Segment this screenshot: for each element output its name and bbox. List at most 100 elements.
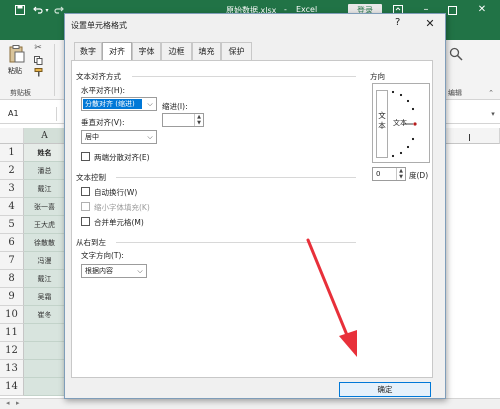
merge-cells-checkbox[interactable]	[81, 217, 90, 226]
copy-icon[interactable]	[33, 55, 43, 65]
horizontal-align-label: 水平对齐(H):	[81, 86, 126, 95]
tab-fill[interactable]: 填充	[192, 42, 221, 60]
chevron-down-icon: ⌵	[147, 100, 153, 108]
tab-protection[interactable]: 保护	[221, 42, 252, 60]
table-cell[interactable]: 崔冬	[24, 306, 66, 324]
save-icon[interactable]	[14, 4, 26, 16]
vertical-text-option[interactable]: 文本	[376, 90, 388, 158]
name-box[interactable]: A1	[8, 109, 19, 118]
table-cell[interactable]: 徐散散	[24, 234, 66, 252]
table-cell[interactable]: 吴霜	[24, 288, 66, 306]
vertical-align-select[interactable]: 居中 ⌵	[81, 130, 157, 144]
formula-expand-icon[interactable]: ▾	[488, 109, 498, 119]
vertical-align-label: 垂直对齐(V):	[81, 118, 125, 127]
paste-label[interactable]: 粘贴	[8, 66, 22, 76]
chevron-down-icon[interactable]: ▾	[44, 6, 50, 14]
alignment-panel: 文本对齐方式 水平对齐(H): 分散对齐 (缩进) ⌵ 缩进(I): ▲ ▼ 垂直…	[71, 60, 433, 378]
indent-stepper[interactable]: ▲ ▼	[162, 113, 204, 127]
table-cell[interactable]: 姓名	[24, 144, 66, 162]
edit-group-label: 编辑	[448, 89, 462, 97]
row-header[interactable]: 4	[0, 198, 24, 216]
shrink-to-fit-label: 缩小字体填充(K)	[94, 203, 150, 212]
tab-alignment[interactable]: 对齐	[102, 42, 132, 61]
wrap-text-checkbox[interactable]	[81, 187, 90, 196]
dialog-title: 设置单元格格式	[71, 21, 127, 30]
find-icon[interactable]	[448, 46, 464, 62]
row-header[interactable]: 5	[0, 216, 24, 234]
tab-border[interactable]: 边框	[161, 42, 192, 60]
row-header[interactable]: 9	[0, 288, 24, 306]
row-header[interactable]: 6	[0, 234, 24, 252]
text-alignment-section-title: 文本对齐方式	[76, 72, 121, 81]
shrink-to-fit-checkbox	[81, 202, 90, 211]
orientation-section-title: 方向	[370, 72, 385, 81]
ok-button[interactable]: 确定	[339, 382, 431, 397]
table-cell[interactable]: 张一喜	[24, 198, 66, 216]
name-box-border	[56, 107, 57, 121]
format-painter-icon[interactable]	[33, 67, 43, 77]
help-icon[interactable]: ?	[395, 17, 400, 28]
stepper-arrows-icon[interactable]: ▲ ▼	[396, 168, 405, 180]
undo-icon[interactable]	[32, 4, 44, 16]
collapse-ribbon-icon[interactable]: ⌃	[486, 88, 496, 98]
chevron-down-icon: ⌵	[147, 133, 153, 141]
close-window-icon[interactable]: ✕	[474, 2, 490, 16]
horizontal-align-select[interactable]: 分散对齐 (缩进) ⌵	[81, 97, 157, 111]
table-cell[interactable]	[24, 324, 66, 342]
table-cell[interactable]	[24, 360, 66, 378]
text-direction-value: 根据内容	[85, 267, 113, 275]
chevron-down-icon: ⌵	[137, 267, 143, 275]
section-divider	[116, 177, 356, 178]
row-header[interactable]: 11	[0, 324, 24, 342]
stepper-arrows-icon[interactable]: ▲ ▼	[194, 114, 203, 126]
row-header[interactable]: 10	[0, 306, 24, 324]
tab-font[interactable]: 字体	[132, 42, 161, 60]
table-cell[interactable]: 冯漫	[24, 252, 66, 270]
tab-number[interactable]: 数字	[74, 42, 102, 60]
column-header[interactable]	[446, 128, 500, 144]
row-header[interactable]: 8	[0, 270, 24, 288]
maximize-icon[interactable]	[446, 4, 458, 16]
orientation-group: 方向 文本 文本 0 ▲ ▼ 度(D)	[370, 72, 434, 181]
degrees-stepper[interactable]: 0 ▲ ▼	[372, 167, 406, 181]
cut-icon[interactable]: ✂	[33, 43, 43, 53]
paste-icon[interactable]	[8, 44, 26, 64]
section-divider	[132, 76, 356, 77]
table-cell[interactable]: 王大虎	[24, 216, 66, 234]
text-direction-label: 文字方向(T):	[81, 251, 124, 260]
close-icon[interactable]: ✕	[421, 16, 439, 32]
row-header[interactable]: 1	[0, 144, 24, 162]
table-cell[interactable]: 潘总	[24, 162, 66, 180]
section-divider	[116, 242, 356, 243]
horizontal-text-sample: 文本	[393, 119, 407, 127]
sheet-nav-next-icon[interactable]: ▸	[16, 399, 20, 407]
row-header[interactable]: 12	[0, 342, 24, 360]
row-header[interactable]: 13	[0, 360, 24, 378]
rtl-section-title: 从右到左	[76, 238, 106, 247]
justify-distributed-label[interactable]: 两端分散对齐(E)	[94, 152, 150, 163]
degrees-value: 0	[376, 170, 381, 178]
wrap-text-label[interactable]: 自动换行(W)	[94, 187, 137, 198]
text-cursor-icon: I	[468, 133, 471, 144]
clipboard-group-label: 剪贴板	[10, 89, 31, 97]
select-all-corner[interactable]	[0, 128, 24, 144]
table-cell[interactable]	[24, 342, 66, 360]
text-direction-select[interactable]: 根据内容 ⌵	[81, 264, 147, 278]
table-cell[interactable]: 戴江	[24, 270, 66, 288]
table-cell[interactable]	[24, 378, 66, 396]
column-header-a[interactable]: A	[24, 128, 66, 144]
table-cell[interactable]: 戴江	[24, 180, 66, 198]
row-header[interactable]: 3	[0, 180, 24, 198]
status-bar: ◂ ▸	[0, 398, 500, 409]
degrees-label: 度(D)	[409, 171, 429, 180]
justify-distributed-checkbox[interactable]	[81, 152, 90, 161]
sheet-nav-prev-icon[interactable]: ◂	[6, 399, 10, 407]
merge-cells-label[interactable]: 合并单元格(M)	[94, 217, 144, 228]
row-header[interactable]: 14	[0, 378, 24, 396]
format-cells-dialog: 设置单元格格式 ? ✕ 数字 对齐 字体 边框 填充 保护 文本对齐方式 水平对…	[64, 13, 446, 399]
text-control-section-title: 文本控制	[76, 173, 106, 182]
horizontal-align-value: 分散对齐 (缩进)	[83, 99, 142, 109]
orientation-dial[interactable]: 文本 文本	[372, 83, 430, 163]
row-header[interactable]: 2	[0, 162, 24, 180]
row-header[interactable]: 7	[0, 252, 24, 270]
